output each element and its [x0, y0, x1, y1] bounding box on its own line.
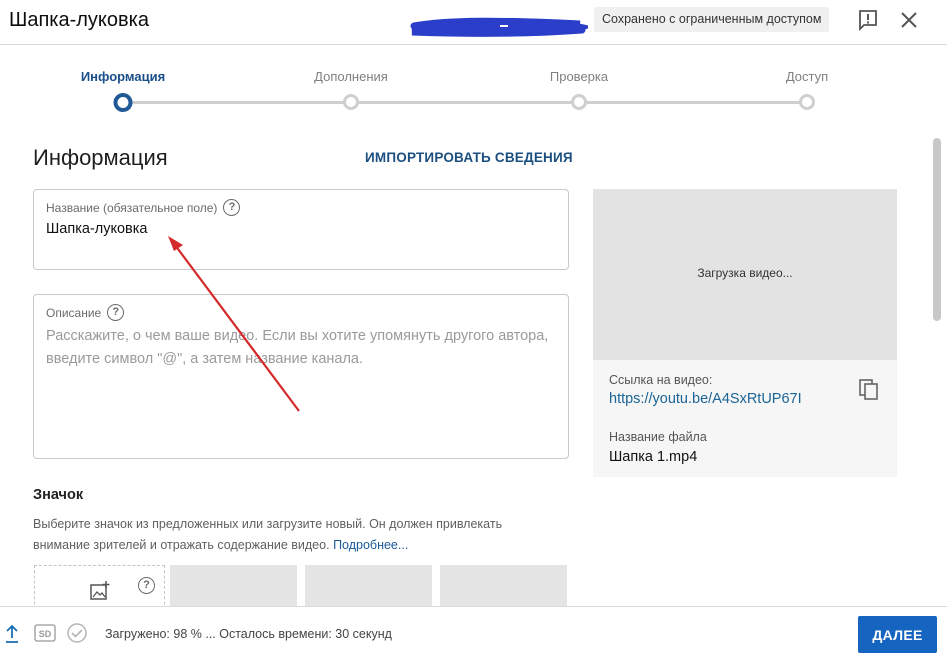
- video-player-placeholder: Загрузка видео...: [593, 189, 897, 360]
- step-label-checks[interactable]: Проверка: [550, 69, 608, 84]
- step-dot-info[interactable]: [113, 93, 133, 112]
- video-link-label: Ссылка на видео:: [609, 373, 713, 387]
- dialog-title: Шапка-луковка: [9, 9, 149, 31]
- feedback-icon: [859, 10, 877, 32]
- dialog-footer: SD Загружено: 98 % ... Осталось времени:…: [0, 606, 947, 662]
- description-field-label-row: Описание ?: [46, 304, 125, 321]
- report-issue-button[interactable]: [856, 8, 880, 32]
- title-field-label-row: Название (обязательное поле) ?: [46, 199, 241, 216]
- copy-link-button[interactable]: [858, 378, 880, 402]
- stepper-track: [123, 101, 807, 104]
- title-field-label: Название (обязательное поле): [46, 200, 218, 215]
- description-field[interactable]: Описание ? Расскажите, о чем ваше видео.…: [33, 294, 569, 459]
- title-field[interactable]: Название (обязательное поле) ? Шапка-лук…: [33, 189, 569, 270]
- scrollbar-thumb[interactable]: [933, 138, 941, 321]
- copy-icon: [859, 379, 878, 400]
- add-image-icon: [90, 581, 110, 600]
- thumbnail-description-text: Выберите значок из предложенных или загр…: [33, 517, 503, 552]
- step-label-extras[interactable]: Дополнения: [314, 69, 388, 84]
- step-dot-checks[interactable]: [571, 94, 587, 110]
- next-button[interactable]: ДАЛЕЕ: [858, 616, 937, 653]
- section-heading: Информация: [33, 145, 168, 170]
- learn-more-link[interactable]: Подробнее...: [333, 538, 408, 552]
- description-field-label: Описание: [46, 305, 102, 320]
- redaction-scribble: [410, 17, 588, 37]
- thumbnail-heading: Значок: [33, 487, 84, 503]
- upload-icon: [6, 624, 18, 643]
- help-icon[interactable]: ?: [223, 199, 241, 216]
- description-input[interactable]: Расскажите, о чем ваше видео. Если вы хо…: [46, 325, 556, 371]
- help-icon[interactable]: ?: [107, 304, 125, 321]
- sd-quality-icon: SD: [34, 624, 56, 642]
- file-name: Шапка 1.mp4: [609, 449, 698, 465]
- header-divider: [0, 44, 947, 45]
- import-details-button[interactable]: ИМПОРТИРОВАТЬ СВЕДЕНИЯ: [365, 150, 573, 165]
- video-loading-text: Загрузка видео...: [697, 266, 793, 280]
- step-label-info[interactable]: Информация: [81, 69, 165, 84]
- dialog-header: Шапка-луковка Сохранено с ограниченным д…: [0, 0, 947, 44]
- step-label-visibility[interactable]: Доступ: [786, 69, 828, 84]
- step-dot-visibility[interactable]: [799, 94, 815, 110]
- save-status-badge: Сохранено с ограниченным доступом: [594, 7, 830, 32]
- checks-icon: [67, 623, 87, 643]
- help-icon[interactable]: ?: [138, 577, 155, 594]
- upload-stepper: Информация Дополнения Проверка Доступ: [0, 60, 947, 120]
- file-name-label: Название файла: [609, 430, 707, 444]
- sd-badge-text: SD: [39, 629, 52, 639]
- thumbnail-description: Выберите значок из предложенных или загр…: [33, 514, 553, 556]
- step-dot-extras[interactable]: [343, 94, 359, 110]
- close-button[interactable]: [897, 8, 921, 32]
- video-link[interactable]: https://youtu.be/A4SxRtUP67I: [609, 391, 802, 407]
- video-preview-card: Загрузка видео... Ссылка на видео: https…: [593, 189, 897, 477]
- upload-progress-status: Загружено: 98 % ... Осталось времени: 30…: [105, 627, 392, 641]
- title-input[interactable]: Шапка-луковка: [46, 221, 147, 237]
- close-icon: [901, 12, 917, 28]
